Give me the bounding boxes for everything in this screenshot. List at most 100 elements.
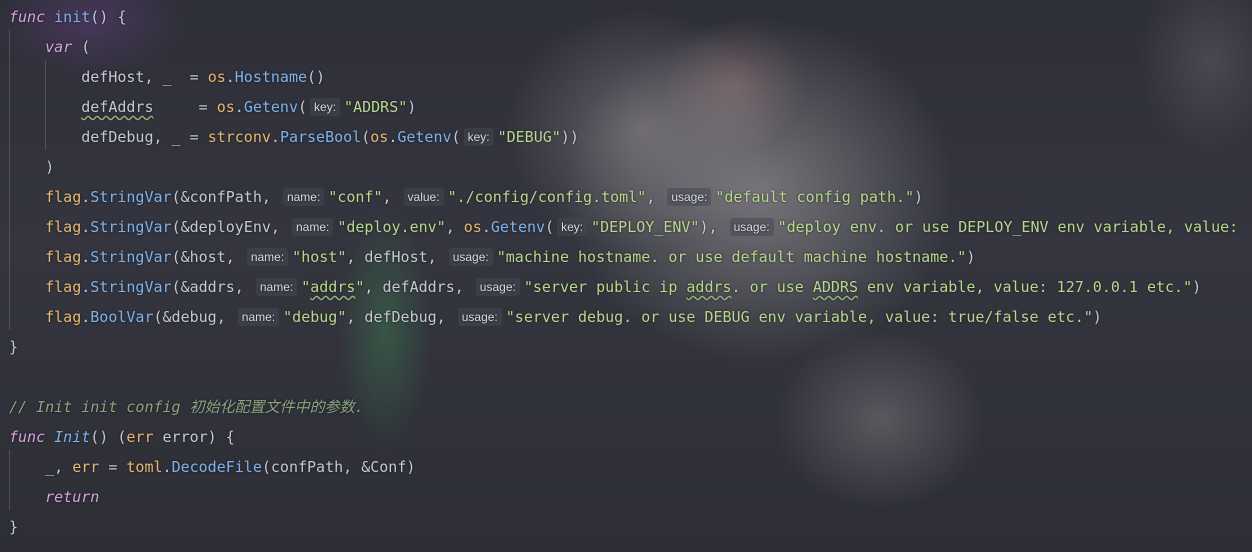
string-literal: "host": [292, 248, 347, 266]
parameter-hint: key:: [557, 218, 588, 236]
code-text: , defDebug,: [346, 308, 446, 326]
parameter-hint: usage:: [475, 278, 520, 296]
string-part: ": [301, 278, 311, 296]
code-text: (&addrs,: [171, 278, 244, 296]
string-literal: "deploy env. or use DEPLOY_ENV env varia…: [777, 218, 1239, 236]
code-text: .: [81, 308, 91, 326]
parameter-hint: usage:: [667, 188, 712, 206]
string-part: "server public ip: [523, 278, 687, 296]
code-line-var[interactable]: var (: [9, 32, 90, 62]
function-name: StringVar: [90, 248, 172, 266]
code-text: =: [99, 458, 127, 476]
parameter-hint: name:: [291, 218, 334, 236]
code-text: , defAddrs,: [364, 278, 464, 296]
code-line-decodefile[interactable]: _, err = toml.DecodeFile(confPath, &Conf…: [9, 452, 415, 482]
function-name: StringVar: [90, 218, 172, 236]
package-name: os: [370, 128, 389, 146]
code-text: error) {: [153, 428, 235, 446]
function-name: Getenv: [490, 218, 546, 236]
code-text: () (: [90, 428, 127, 446]
string-literal: "debug": [283, 308, 347, 326]
code-text: _,: [45, 458, 73, 476]
code-text: ): [914, 188, 924, 206]
code-editor[interactable]: func init() { var ( defHost, _ = os.Host…: [0, 0, 1252, 552]
code-text: ): [407, 98, 417, 116]
code-text: ,: [382, 188, 392, 206]
package-name: os: [463, 218, 482, 236]
code-text: )): [560, 128, 579, 146]
code-text: .: [270, 128, 280, 146]
function-name: StringVar: [90, 278, 172, 296]
code-text: (&deployEnv,: [171, 218, 280, 236]
parameter-hint: key:: [463, 128, 494, 146]
code-line-flag-addrs[interactable]: flag.StringVar(&addrs, name: "addrs", def…: [9, 272, 1201, 302]
function-name: Getenv: [243, 98, 298, 116]
code-text: (: [298, 98, 308, 116]
string-part: . or use: [731, 278, 813, 296]
package-name: os: [216, 98, 235, 116]
package-name: flag: [45, 278, 82, 296]
code-text: ,: [646, 188, 656, 206]
function-name: Getenv: [397, 128, 452, 146]
parameter-hint: name:: [282, 188, 325, 206]
code-text: () {: [90, 8, 127, 26]
return-variable: err: [72, 458, 100, 476]
code-line-init-close[interactable]: }: [9, 512, 18, 542]
string-typo: addrs: [310, 278, 356, 296]
code-text: }: [9, 518, 19, 536]
code-text: (): [307, 68, 326, 86]
string-literal: "server public ip addrs. or use ADDRS en…: [524, 278, 1192, 296]
parameter-hint: name:: [237, 308, 280, 326]
function-name: DecodeFile: [171, 458, 262, 476]
code-text: .: [225, 68, 235, 86]
code-line-var-close[interactable]: ): [9, 152, 54, 182]
code-line-return[interactable]: return: [9, 482, 99, 512]
code-text: (&confPath,: [171, 188, 271, 206]
package-name: flag: [45, 218, 82, 236]
code-line-defhost[interactable]: defHost, _ = os.Hostname(): [9, 62, 325, 92]
code-text: ): [966, 248, 976, 266]
keyword-func: func: [9, 8, 46, 26]
code-text: (: [545, 218, 555, 236]
code-text: defDebug, _ =: [81, 128, 208, 146]
identifier-typo: defAddrs: [81, 98, 154, 116]
code-line-func-Init[interactable]: func Init() (err error) {: [9, 422, 235, 452]
code-text: ): [45, 158, 55, 176]
package-name: flag: [45, 248, 82, 266]
code-line-flag-deployenv[interactable]: flag. StringVar(&deployEnv, name: "deploy.…: [9, 212, 1238, 242]
code-line-flag-debug[interactable]: flag.BoolVar(&debug, name: "debug", defDe…: [9, 302, 1102, 332]
code-text: (: [361, 128, 371, 146]
package-name: toml: [126, 458, 163, 476]
return-variable: err: [126, 428, 154, 446]
string-literal: "machine hostname. or use default machin…: [496, 248, 967, 266]
code-line-func-init[interactable]: func init() {: [9, 2, 126, 32]
code-text: =: [153, 98, 217, 116]
function-name: ParseBool: [279, 128, 362, 146]
code-line-func-close[interactable]: }: [9, 332, 18, 362]
package-name: flag: [45, 188, 82, 206]
code-text: .: [481, 218, 491, 236]
code-line-flag-host[interactable]: flag.StringVar(&host, name: "host", defHo…: [9, 242, 975, 272]
string-literal: "deploy.env": [337, 218, 446, 236]
code-text: }: [9, 338, 19, 356]
keyword-return: return: [45, 488, 100, 506]
function-name: Hostname: [234, 68, 308, 86]
code-text: (confPath, &Conf): [261, 458, 416, 476]
code-line-comment[interactable]: // Init init config 初始化配置文件中的参数.: [9, 392, 364, 422]
code-text: .: [388, 128, 398, 146]
comment-text: // Init init config 初始化配置文件中的参数.: [9, 398, 364, 416]
code-text: , defHost,: [346, 248, 437, 266]
code-text: ): [1092, 308, 1102, 326]
code-line-defaddrs[interactable]: defAddrs = os.Getenv(key: "ADDRS"): [9, 92, 416, 122]
parameter-hint: key:: [310, 98, 341, 116]
code-line-defdebug[interactable]: defDebug, _ = strconv.ParseBool(os.Geten…: [9, 122, 579, 152]
code-text: .: [162, 458, 172, 476]
code-text: (: [72, 38, 91, 56]
string-literal: "default config path.": [715, 188, 915, 206]
code-text: .: [81, 278, 91, 296]
parameter-hint: usage:: [729, 218, 774, 236]
code-text: .: [81, 248, 91, 266]
string-part: env variable, value: 127.0.0.1 etc.": [857, 278, 1193, 296]
code-text: ),: [699, 218, 718, 236]
code-line-flag-conf[interactable]: flag.StringVar(&confPath, name: "conf", v…: [9, 182, 923, 212]
